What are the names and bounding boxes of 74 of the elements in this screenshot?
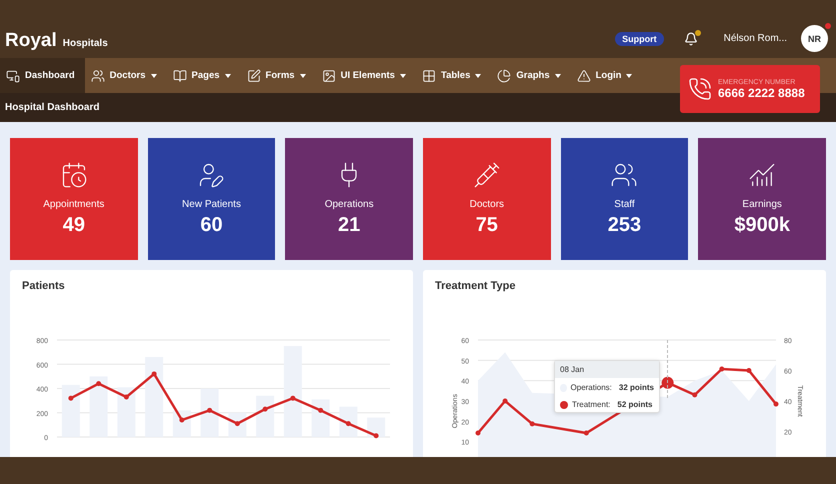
point	[207, 408, 212, 413]
point	[346, 421, 351, 426]
stat-value: 21	[338, 214, 360, 237]
emergency-number: 6666 2222 8888	[718, 86, 805, 100]
phone-icon	[688, 77, 712, 101]
nav-tab[interactable]: UI Elements	[316, 58, 416, 93]
stat-label: Staff	[614, 199, 635, 210]
syringe-icon	[472, 161, 501, 189]
point	[262, 406, 268, 412]
nav-tab[interactable]: Forms	[240, 58, 316, 93]
chart-bar	[117, 387, 136, 437]
stat-label: Earnings	[742, 199, 782, 210]
pie-chart-icon	[497, 68, 512, 82]
tooltip-label: Operations:	[570, 383, 612, 392]
image-icon	[322, 68, 336, 82]
stat-value: 75	[476, 214, 498, 237]
point	[584, 430, 589, 436]
chart-title: Treatment Type	[435, 280, 516, 292]
point	[530, 421, 535, 426]
users-icon	[90, 68, 105, 82]
stat-value: 49	[62, 214, 85, 237]
growth-chart-icon	[748, 161, 776, 189]
tooltip-value: 52 points	[617, 400, 653, 409]
point	[318, 408, 324, 413]
people-icon	[610, 161, 638, 189]
user-avatar[interactable]: NR	[801, 25, 828, 52]
point	[746, 368, 752, 373]
stat-label: New Patients	[182, 199, 241, 210]
stat-value: $900k	[734, 214, 790, 237]
chart-bar	[90, 376, 108, 437]
chart-bar	[256, 396, 274, 437]
point	[152, 371, 157, 376]
chart-bar	[62, 384, 80, 437]
page-title: Hospital Dashboard	[5, 102, 100, 113]
point	[290, 396, 296, 401]
nav-tab[interactable]: Tables	[416, 58, 492, 93]
stat-label: Doctors	[470, 199, 504, 210]
chart-bar	[200, 388, 219, 437]
nav-tab[interactable]: Login	[570, 58, 642, 93]
point	[719, 366, 724, 372]
chart-bar	[312, 399, 330, 437]
tooltip-label: Treatment:	[572, 400, 610, 409]
point	[692, 392, 698, 398]
table-icon	[422, 68, 436, 82]
brand-name: Royal	[5, 30, 57, 52]
point	[374, 433, 379, 438]
notification-bell-icon[interactable]	[684, 32, 698, 46]
book-icon	[172, 68, 187, 82]
stat-label: Operations	[324, 199, 374, 210]
stat-value: 253	[608, 214, 642, 237]
nav-tab[interactable]: Pages	[166, 58, 241, 93]
brand-suffix: Hospitals	[62, 38, 108, 49]
user-pen-icon	[197, 161, 226, 189]
point	[179, 418, 184, 423]
dashboard-icon	[6, 68, 20, 82]
nav-tab[interactable]: Graphs	[491, 58, 571, 93]
stat-value: 60	[200, 214, 223, 237]
point	[774, 402, 778, 407]
warning-icon	[576, 68, 591, 82]
point	[234, 421, 240, 426]
point	[502, 398, 508, 404]
support-badge[interactable]: Support	[615, 32, 664, 46]
point	[68, 396, 74, 401]
tooltip-title: 08 Jan	[555, 361, 659, 378]
point	[476, 430, 480, 436]
chart-title: Patients	[22, 280, 66, 292]
nav-tab[interactable]: Doctors	[84, 58, 167, 93]
user-name[interactable]: Nélson Rom...	[724, 33, 787, 44]
pencil-square-icon	[246, 68, 261, 82]
point	[124, 394, 129, 400]
stat-label: Appointments	[43, 199, 104, 210]
nav-tab[interactable]: Dashboard	[0, 58, 85, 93]
tooltip-value: 32 points	[618, 383, 654, 392]
point	[96, 381, 102, 386]
